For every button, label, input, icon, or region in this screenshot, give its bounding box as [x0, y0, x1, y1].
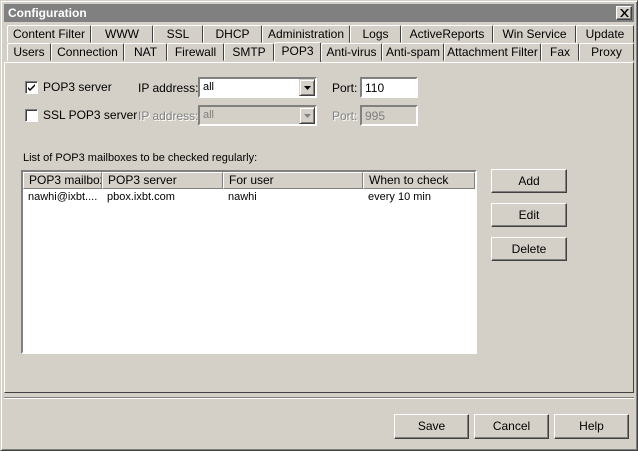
tab-activereports[interactable]: ActiveReports: [401, 25, 493, 43]
tab-win-service[interactable]: Win Service: [493, 25, 576, 43]
tab-panel: [4, 62, 634, 393]
tab-administration[interactable]: Administration: [262, 25, 350, 43]
cancel-button[interactable]: Cancel: [474, 414, 549, 439]
tab-pop3[interactable]: POP3: [274, 42, 321, 62]
save-button-label: Save: [417, 419, 446, 433]
tab-anti-virus[interactable]: Anti-virus: [321, 43, 382, 61]
save-button[interactable]: Save: [394, 414, 469, 439]
tab-firewall[interactable]: Firewall: [167, 43, 224, 61]
help-button[interactable]: Help: [554, 414, 629, 439]
tab-content-filter[interactable]: Content Filter: [7, 25, 91, 43]
cancel-button-label: Cancel: [492, 419, 531, 433]
tab-ssl[interactable]: SSL: [153, 25, 203, 43]
tab-www[interactable]: WWW: [91, 25, 153, 43]
tab-users[interactable]: Users: [7, 43, 51, 61]
tab-dhcp[interactable]: DHCP: [203, 25, 262, 43]
tab-smtp[interactable]: SMTP: [224, 43, 274, 61]
close-icon: [620, 9, 629, 17]
tab-connection[interactable]: Connection: [51, 43, 124, 61]
tab-fax[interactable]: Fax: [541, 43, 579, 61]
tab-update[interactable]: Update: [576, 25, 634, 43]
configuration-window: Configuration Content Filter WWW SSL DHC…: [0, 0, 638, 451]
footer-separator: [4, 397, 634, 399]
tab-anti-spam[interactable]: Anti-spam: [382, 43, 444, 61]
title-bar[interactable]: Configuration: [4, 4, 634, 22]
help-button-label: Help: [579, 419, 604, 433]
tab-attachment-filter[interactable]: Attachment Filter: [444, 43, 541, 61]
window-title: Configuration: [8, 6, 87, 20]
tab-logs[interactable]: Logs: [350, 25, 401, 43]
close-button[interactable]: [616, 6, 632, 20]
tab-nat[interactable]: NAT: [124, 43, 167, 61]
tab-proxy[interactable]: Proxy: [579, 43, 634, 61]
